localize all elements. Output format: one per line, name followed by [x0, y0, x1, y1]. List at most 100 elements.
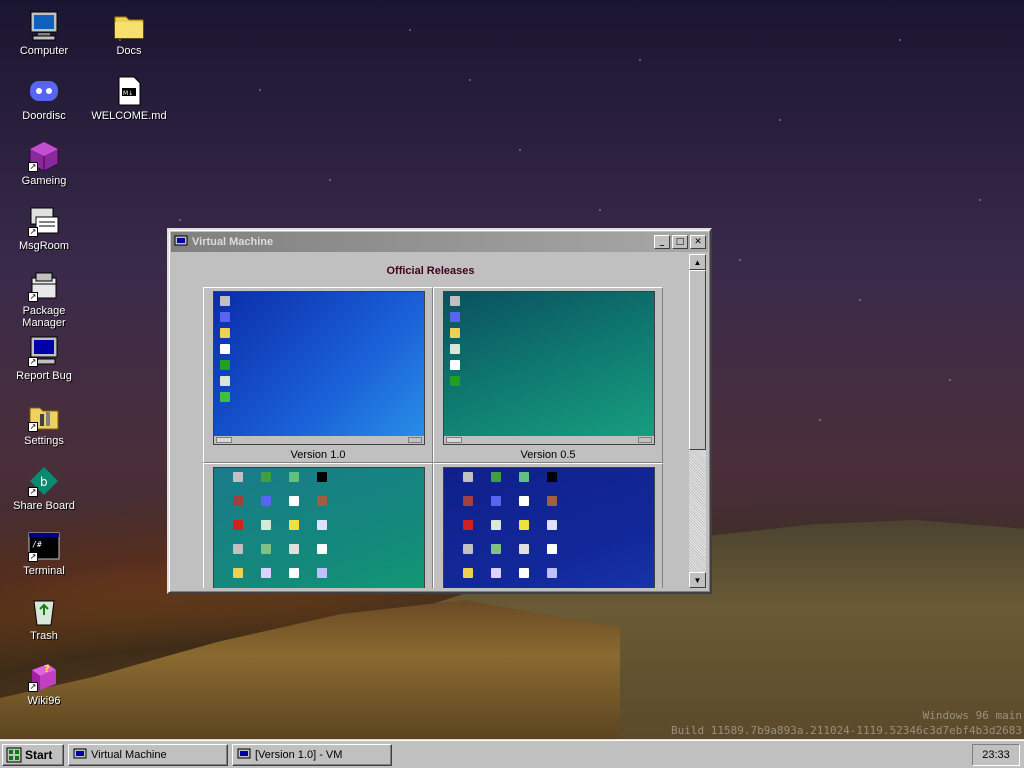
desktop-icon-terminal[interactable]: /# ↗ Terminal: [5, 530, 83, 577]
mini-icon: [261, 568, 271, 578]
scroll-up-button[interactable]: ▲: [689, 254, 706, 270]
mini-icon: [491, 472, 501, 482]
virtual-machine-window[interactable]: Virtual Machine _ □ ✕ Official Releases: [167, 228, 712, 594]
desktop-icon-share-board[interactable]: b ↗ Share Board: [5, 465, 83, 512]
vm-task-icon: [237, 748, 251, 758]
mini-icon: [220, 296, 230, 306]
mini-icon: [261, 496, 271, 506]
mini-icon: [463, 496, 473, 506]
desktop-icon-label: MsgRoom: [18, 240, 70, 252]
release-card-version-0-5[interactable]: Version 0.5: [433, 287, 663, 463]
taskbar-clock[interactable]: 23:33: [972, 744, 1020, 766]
minimize-button[interactable]: _: [654, 235, 670, 249]
taskbar-button-version-1-vm[interactable]: [Version 1.0] - VM: [232, 743, 392, 766]
mini-taskbar: [444, 436, 654, 444]
start-logo-icon: [6, 747, 22, 762]
mini-icon: [233, 496, 243, 506]
recycle-bin-icon: [28, 595, 60, 627]
desktop-icon-computer[interactable]: Computer: [5, 10, 83, 57]
mini-icon: [317, 496, 327, 506]
vm-task-icon: [73, 748, 87, 758]
mini-icon: [519, 544, 529, 554]
scroll-down-button[interactable]: ▼: [689, 572, 706, 588]
mini-icon: [491, 544, 501, 554]
doordisc-icon: [28, 75, 60, 107]
mini-icon: [519, 472, 529, 482]
share-board-icon: b ↗: [28, 465, 60, 497]
desktop-icon-report-bug[interactable]: ↗ Report Bug: [5, 335, 83, 382]
window-body: Official Releases Version 1.0 Version 0.…: [173, 254, 706, 588]
desktop-icon-gameing[interactable]: ↗ Gameing: [5, 140, 83, 187]
desktop-icon-label: WELCOME.md: [91, 110, 167, 122]
release-card-3[interactable]: [203, 463, 433, 588]
mini-icon: [261, 520, 271, 530]
desktop-icon-doordisc[interactable]: Doordisc: [5, 75, 83, 122]
release-card-version-1-0[interactable]: Version 1.0: [203, 287, 433, 463]
folder-icon: [113, 10, 145, 42]
mini-icon: [519, 496, 529, 506]
mini-icon: [519, 520, 529, 530]
mini-icon: [220, 360, 230, 370]
svg-text:M↓: M↓: [123, 90, 133, 97]
mini-icon: [233, 544, 243, 554]
window-app-icon: [174, 235, 188, 248]
svg-text:/#: /#: [32, 540, 42, 549]
mini-icon: [547, 520, 557, 530]
taskbar-button-virtual-machine[interactable]: Virtual Machine: [68, 743, 228, 766]
mini-icon: [463, 544, 473, 554]
release-card-4[interactable]: [433, 463, 663, 588]
scroll-thumb[interactable]: [689, 270, 706, 450]
shortcut-arrow-icon: ↗: [28, 162, 38, 172]
watermark-os-name: Windows 96 main: [922, 709, 1022, 722]
mini-icon: [220, 328, 230, 338]
close-button[interactable]: ✕: [690, 235, 706, 249]
mini-icon: [463, 568, 473, 578]
taskbar-button-label: Virtual Machine: [91, 748, 167, 761]
svg-text:?: ?: [44, 664, 50, 675]
shortcut-arrow-icon: ↗: [28, 422, 38, 432]
watermark-build: Build 11589.7b9a893a.211024-1119.52346c3…: [671, 724, 1022, 737]
desktop-icon-label: Gameing: [21, 175, 67, 187]
release-screenshot: [443, 291, 655, 445]
desktop-icon-label: Docs: [116, 45, 142, 57]
mini-clock: [638, 437, 652, 443]
taskbar-button-label: [Version 1.0] - VM: [255, 748, 343, 761]
mini-desktop-icons: [220, 296, 230, 402]
window-titlebar[interactable]: Virtual Machine _ □ ✕: [171, 232, 708, 252]
mini-icon: [261, 544, 271, 554]
maximize-button[interactable]: □: [672, 235, 688, 249]
mini-start: [216, 437, 232, 443]
mini-icon: [220, 312, 230, 322]
mini-icon: [491, 568, 501, 578]
mini-icon: [289, 472, 299, 482]
desktop-icon-welcome-md[interactable]: M↓ WELCOME.md: [90, 75, 168, 122]
vertical-scrollbar[interactable]: ▲ ▼: [689, 254, 706, 588]
release-label: Version 1.0: [290, 449, 346, 461]
desktop-icon-trash[interactable]: Trash: [5, 595, 83, 642]
releases-content: Official Releases Version 1.0 Version 0.…: [173, 254, 688, 588]
build-watermark: Windows 96 main Build 11589.7b9a893a.211…: [622, 708, 1022, 738]
release-screenshot: [213, 467, 425, 588]
shortcut-arrow-icon: ↗: [28, 227, 38, 237]
shortcut-arrow-icon: ↗: [28, 682, 38, 692]
mini-icon: [289, 544, 299, 554]
desktop-icon-wiki96[interactable]: ? ↗ Wiki96: [5, 660, 83, 707]
desktop-icon-msgroom[interactable]: ↗ MsgRoom: [5, 205, 83, 252]
mini-icon: [547, 496, 557, 506]
desktop-icon-docs[interactable]: Docs: [90, 10, 168, 57]
mini-icon: [547, 568, 557, 578]
mini-icon: [220, 376, 230, 386]
mini-icon: [463, 520, 473, 530]
mini-icon: [317, 544, 327, 554]
svg-text:b: b: [40, 475, 48, 489]
mini-icon: [450, 328, 460, 338]
desktop-icon-package-manager[interactable]: ↗ Package Manager: [5, 270, 83, 329]
mini-taskbar: [214, 436, 424, 444]
msgroom-icon: ↗: [28, 205, 60, 237]
start-button[interactable]: Start: [2, 743, 64, 766]
desktop-icon-settings[interactable]: ↗ Settings: [5, 400, 83, 447]
package-icon: ↗: [28, 270, 60, 302]
desktop-icon-label: Computer: [19, 45, 69, 57]
mini-icon: [220, 344, 230, 354]
shortcut-arrow-icon: ↗: [28, 292, 38, 302]
